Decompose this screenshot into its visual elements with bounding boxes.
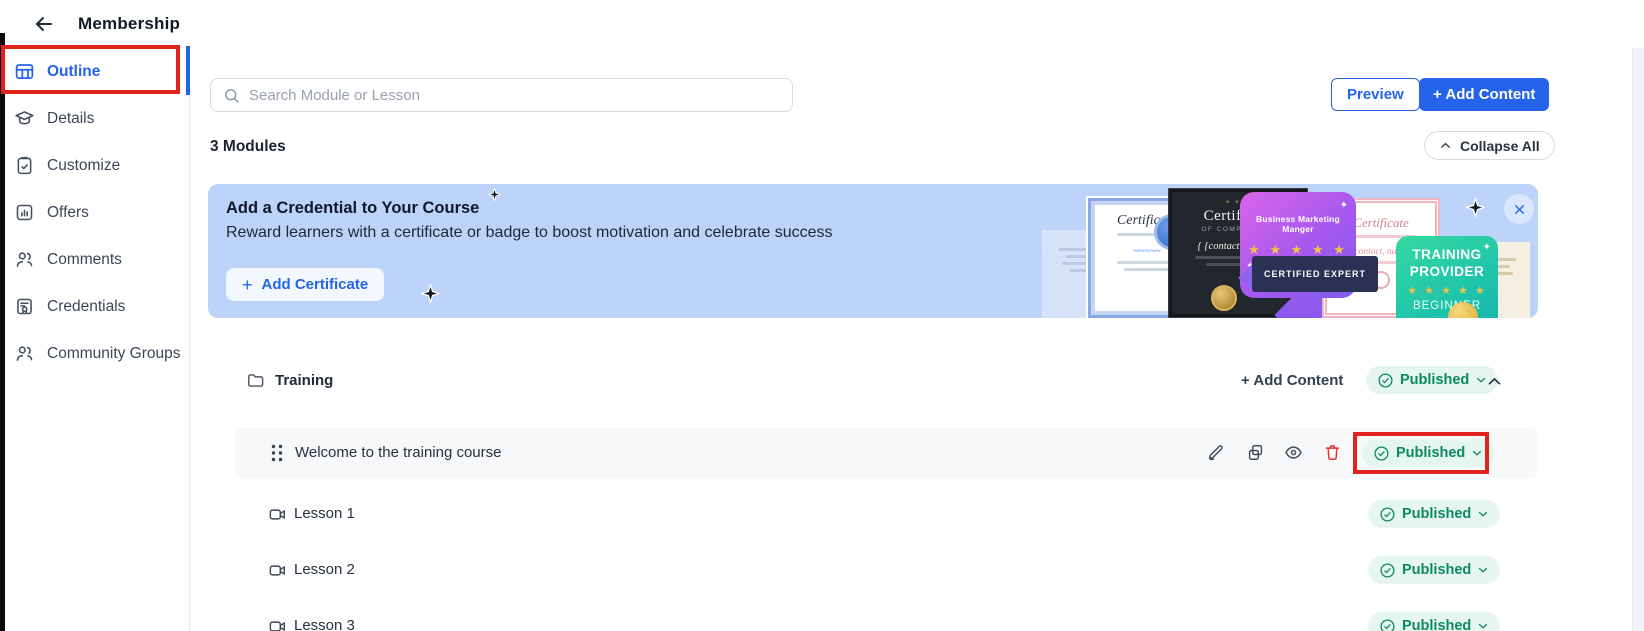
check-circle-icon [1380, 618, 1395, 631]
check-circle-icon [1378, 372, 1393, 388]
search-box [210, 78, 793, 112]
chevron-down-icon [1473, 450, 1482, 456]
delete-icon[interactable] [1323, 443, 1342, 462]
sparkle-icon: ✦ [1402, 317, 1410, 318]
vertical-scrollbar[interactable] [1632, 48, 1644, 631]
check-circle-icon [1380, 506, 1395, 522]
banner-title: Add a Credential to Your Course [226, 199, 480, 217]
people-icon [14, 249, 35, 270]
badge-art-teal: ✦ ✦ TRAINING PROVIDER ★ ★ ★ ★ ★ BEGINNER [1396, 236, 1498, 318]
banner-subtitle: Reward learners with a certificate or ba… [226, 224, 833, 241]
chevron-down-icon [1479, 511, 1488, 517]
video-camera-icon [268, 505, 287, 524]
badge-level: BEGINNER [1412, 299, 1482, 312]
sidebar-item-details[interactable]: Details [5, 95, 189, 142]
sparkle-icon [488, 188, 501, 201]
video-camera-icon [268, 561, 287, 580]
sidebar-item-label: Details [47, 109, 95, 127]
module-name[interactable]: Training [275, 372, 333, 389]
collapse-all-button[interactable]: Collapse All [1424, 131, 1555, 160]
chevron-down-icon [1479, 567, 1488, 573]
sidebar-item-credentials[interactable]: Credentials [5, 283, 189, 330]
bar-chart-icon [14, 202, 35, 223]
course-sidebar: Outline Details Customize Offers Comment… [5, 48, 190, 631]
lesson-title: Welcome to the training course [295, 444, 502, 461]
lesson-status-dropdown[interactable]: Published [1368, 612, 1501, 631]
edit-icon[interactable] [1206, 443, 1225, 462]
left-edge-panel [0, 33, 5, 631]
certificate-icon [14, 296, 35, 317]
sidebar-item-community-groups[interactable]: Community Groups [5, 330, 189, 377]
module-collapse-chevron[interactable] [1486, 373, 1503, 390]
status-label: Published [1396, 445, 1466, 461]
sparkle-icon: ✦ [1482, 242, 1491, 253]
sidebar-item-outline[interactable]: Outline [5, 48, 189, 95]
lesson-status-dropdown[interactable]: Published [1368, 556, 1501, 584]
sidebar-item-offers[interactable]: Offers [5, 189, 189, 236]
collapse-all-label: Collapse All [1460, 137, 1540, 154]
lesson-row[interactable]: Lesson 2 Published [235, 556, 1538, 584]
preview-button[interactable]: Preview [1331, 78, 1420, 111]
gold-seal [1211, 285, 1237, 311]
check-circle-icon [1380, 562, 1395, 578]
sparkle-cursor-icon [1466, 198, 1485, 217]
lesson-row[interactable]: Lesson 1 Published [235, 500, 1538, 528]
module-add-content-button[interactable]: + Add Content [1241, 372, 1343, 389]
sidebar-item-label: Outline [47, 62, 101, 80]
sparkle-icon: ✦ [1339, 200, 1348, 211]
lesson-title: Lesson 3 [294, 617, 355, 631]
lesson-title: Lesson 2 [294, 561, 355, 578]
status-label: Published [1400, 372, 1470, 388]
close-icon [1514, 204, 1524, 214]
table-grid-icon [14, 61, 35, 82]
back-arrow-icon[interactable] [32, 12, 56, 36]
folder-icon [246, 371, 265, 390]
video-camera-icon [268, 617, 287, 631]
sidebar-item-comments[interactable]: Comments [5, 236, 189, 283]
chevron-down-icon [1479, 623, 1488, 629]
credential-banner: Add a Credential to Your Course Reward l… [208, 184, 1538, 318]
modules-count: 3 Modules [210, 138, 286, 155]
add-certificate-label: Add Certificate [261, 276, 369, 293]
sidebar-item-label: Customize [47, 156, 121, 174]
preview-eye-icon[interactable] [1284, 443, 1303, 462]
drag-handle-icon[interactable] [271, 444, 283, 462]
certified-expert-ribbon: CERTIFIED EXPERT [1252, 256, 1378, 292]
cert-line [1124, 268, 1170, 271]
check-circle-icon [1374, 445, 1389, 461]
module-status-dropdown[interactable]: Published [1366, 366, 1499, 394]
status-label: Published [1402, 562, 1472, 578]
sidebar-item-customize[interactable]: Customize [5, 142, 189, 189]
badge-title: Business Marketing Manger [1256, 214, 1340, 234]
lesson-row[interactable]: Lesson 3 Published [235, 612, 1538, 631]
badge-line2: PROVIDER [1409, 263, 1485, 279]
lesson-status-dropdown[interactable]: Published [1368, 500, 1501, 528]
lesson-status-dropdown[interactable]: Published [1362, 439, 1495, 467]
search-icon [225, 88, 239, 103]
duplicate-icon[interactable] [1246, 443, 1265, 462]
top-bar: Membership [0, 0, 1644, 48]
sparkle-cursor-icon [421, 284, 440, 303]
graduation-cap-icon [14, 108, 35, 129]
add-content-button[interactable]: + Add Content [1419, 78, 1550, 111]
people-group-icon [14, 343, 35, 364]
page-title: Membership [78, 14, 181, 33]
status-label: Published [1402, 618, 1472, 631]
lesson-title: Lesson 1 [294, 505, 355, 522]
status-label: Published [1402, 506, 1472, 522]
search-input[interactable] [249, 86, 780, 104]
active-tab-indicator [186, 46, 190, 95]
course-builder-page: Membership Outline Details Customize Off… [0, 0, 1644, 631]
clipboard-check-icon [14, 155, 35, 176]
lesson-row-welcome[interactable]: Welcome to the training course Published [235, 428, 1538, 478]
add-certificate-button[interactable]: + Add Certificate [226, 268, 385, 301]
sidebar-item-label: Community Groups [47, 344, 181, 362]
badge-stars: ★ ★ ★ ★ ★ [1407, 284, 1487, 297]
plus-icon: + [242, 274, 253, 295]
banner-close-button[interactable] [1504, 194, 1534, 224]
chevron-up-icon [1441, 142, 1450, 148]
sidebar-item-label: Offers [47, 203, 89, 221]
sidebar-item-label: Credentials [47, 297, 126, 315]
sidebar-item-label: Comments [47, 250, 122, 268]
